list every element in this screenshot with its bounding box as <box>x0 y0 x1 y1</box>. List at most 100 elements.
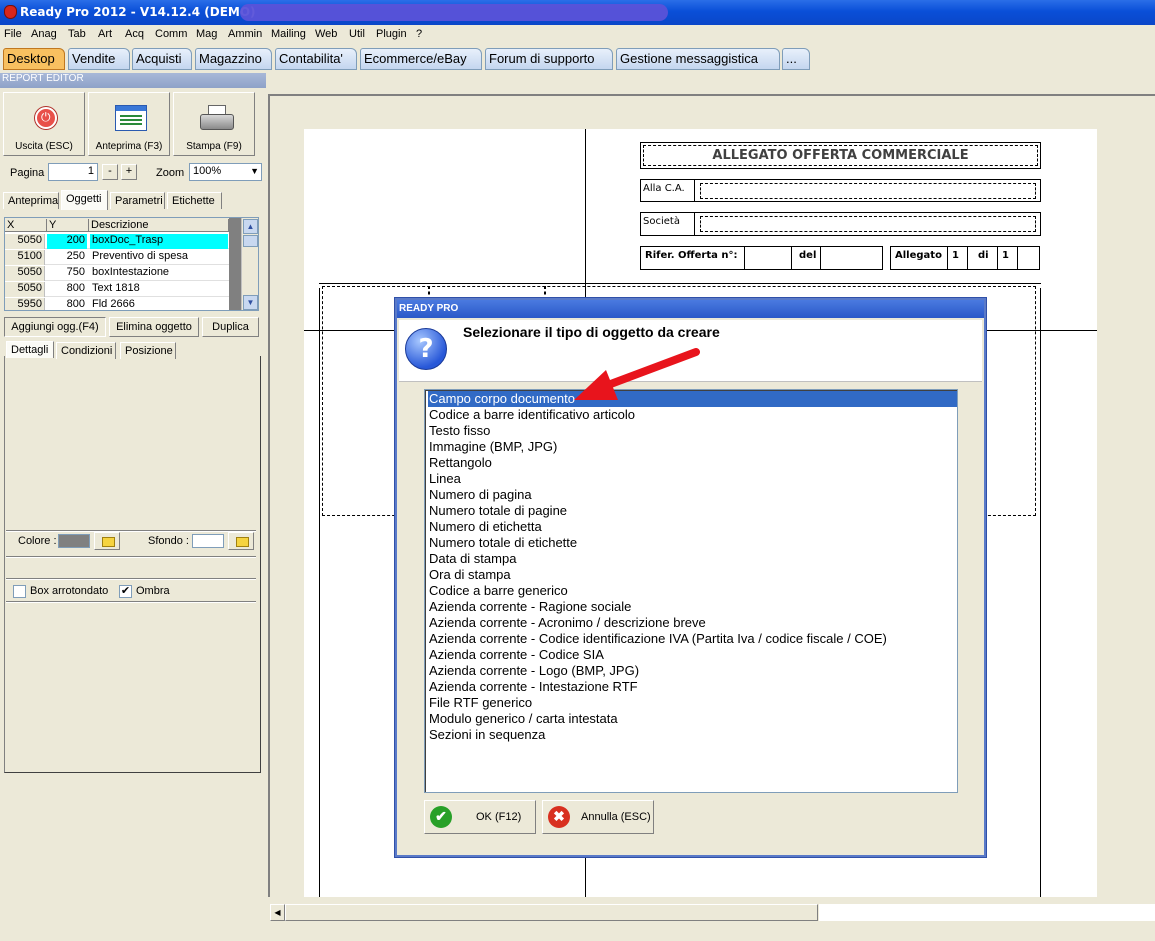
tab-ecommerce[interactable]: Ecommerce/eBay <box>360 48 482 70</box>
folder-icon[interactable] <box>228 532 254 550</box>
list-item[interactable]: Azienda corrente - Codice SIA <box>428 647 957 663</box>
print-label: Stampa (F9) <box>186 141 242 152</box>
table-row[interactable]: 5050 800 Text 1818 <box>5 281 229 297</box>
exit-button[interactable]: Uscita (ESC) <box>3 92 85 156</box>
list-item[interactable]: Numero di etichetta <box>428 519 957 535</box>
list-item[interactable]: Azienda corrente - Intestazione RTF <box>428 679 957 695</box>
list-item[interactable]: Linea <box>428 471 957 487</box>
table-scrollbar[interactable]: ▲ ▼ <box>241 218 258 310</box>
tab-messaggistica[interactable]: Gestione messaggistica <box>616 48 780 70</box>
list-item[interactable]: Codice a barre generico <box>428 583 957 599</box>
duplicate-button[interactable]: Duplica <box>202 317 259 337</box>
canvas-hscrollbar[interactable]: ◀ <box>268 903 1155 922</box>
col-y: Y <box>47 219 89 232</box>
menu-util[interactable]: Util <box>349 28 365 40</box>
list-item[interactable]: File RTF generico <box>428 695 957 711</box>
cell-y: 200 <box>47 234 87 249</box>
list-item[interactable]: Data di stampa <box>428 551 957 567</box>
zoom-select[interactable]: 100% ▼ <box>189 163 262 181</box>
list-item[interactable]: Modulo generico / carta intestata <box>428 711 957 727</box>
dialog-prompt: Selezionare il tipo di oggetto da creare <box>463 324 720 340</box>
box-arrotondato-label: Box arrotondato <box>30 585 109 597</box>
cell-y: 800 <box>66 298 85 310</box>
list-item[interactable]: Testo fisso <box>428 423 957 439</box>
cell-x: 5050 <box>5 266 45 281</box>
menu-mag[interactable]: Mag <box>196 28 217 40</box>
menu-ammin[interactable]: Ammin <box>228 28 262 40</box>
scroll-down-icon[interactable]: ▼ <box>243 295 258 310</box>
subtab-anteprima[interactable]: Anteprima <box>3 192 59 209</box>
rifer-label: Rifer. Offerta n°: <box>645 250 738 261</box>
scroll-thumb[interactable] <box>243 235 258 247</box>
folder-icon[interactable] <box>94 532 120 550</box>
list-item[interactable]: Azienda corrente - Acronimo / descrizion… <box>428 615 957 631</box>
scroll-up-icon[interactable]: ▲ <box>243 219 258 234</box>
colore-label: Colore : <box>18 535 57 547</box>
object-type-list[interactable]: Campo corpo documento Codice a barre ide… <box>424 389 958 793</box>
cell-descrizione: Text 1818 <box>92 282 140 294</box>
delete-object-button[interactable]: Elimina oggetto <box>109 317 199 337</box>
table-row[interactable]: 5950 800 Fld 2666 <box>5 297 229 310</box>
window-title: Ready Pro 2012 - V14.12.4 (DEMO) <box>20 5 256 19</box>
scroll-thumb[interactable] <box>285 904 818 921</box>
list-item[interactable]: Numero totale di pagine <box>428 503 957 519</box>
add-object-button[interactable]: Aggiungi ogg.(F4) <box>4 317 106 337</box>
list-item[interactable]: Ora di stampa <box>428 567 957 583</box>
list-item[interactable]: Sezioni in sequenza <box>428 727 957 743</box>
title-bar: Ready Pro 2012 - V14.12.4 (DEMO) <box>0 0 1155 25</box>
cell-x: 5100 <box>5 250 45 265</box>
page-input[interactable]: 1 <box>48 163 98 181</box>
scroll-left-icon[interactable]: ◀ <box>270 904 285 921</box>
del-label: del <box>799 250 817 261</box>
page-plus-button[interactable]: + <box>121 164 137 180</box>
page-minus-button[interactable]: - <box>102 164 118 180</box>
list-item[interactable]: Azienda corrente - Ragione sociale <box>428 599 957 615</box>
page-label: Pagina <box>10 167 45 179</box>
list-item[interactable]: Immagine (BMP, JPG) <box>428 439 957 455</box>
table-row[interactable]: 5050 200 boxDoc_Trasp <box>5 233 229 249</box>
chevron-down-icon: ▼ <box>250 166 259 176</box>
ombra-checkbox[interactable]: ✔ <box>119 585 132 598</box>
objects-table[interactable]: X Y Descrizione 5050 200 boxDoc_Trasp 51… <box>4 217 259 311</box>
list-item[interactable]: Azienda corrente - Codice identificazion… <box>428 631 957 647</box>
menu-web[interactable]: Web <box>315 28 337 40</box>
alla-field <box>700 183 1036 199</box>
menu-acq[interactable]: Acq <box>125 28 144 40</box>
menu-plugin[interactable]: Plugin <box>376 28 407 40</box>
close-icon: ✖ <box>548 806 570 828</box>
menu-anag[interactable]: Anag <box>31 28 57 40</box>
list-item[interactable]: Numero di pagina <box>428 487 957 503</box>
tab-acquisti[interactable]: Acquisti <box>132 48 192 70</box>
left-panel: Uscita (ESC) Anteprima (F3) Stampa (F9) … <box>0 88 266 941</box>
cancel-button[interactable]: ✖ Annulla (ESC) <box>542 800 654 834</box>
menu-help[interactable]: ? <box>416 28 422 40</box>
list-item[interactable]: Numero totale di etichette <box>428 535 957 551</box>
societa-field <box>700 216 1036 232</box>
list-item[interactable]: Azienda corrente - Logo (BMP, JPG) <box>428 663 957 679</box>
tab-contabilita[interactable]: Contabilita' <box>275 48 357 70</box>
list-item[interactable]: Codice a barre identificativo articolo <box>428 407 957 423</box>
tab-more[interactable]: ... <box>782 48 810 70</box>
menu-file[interactable]: File <box>4 28 22 40</box>
table-row[interactable]: 5100 250 Preventivo di spesa <box>5 249 229 265</box>
box-arrotondato-checkbox[interactable] <box>13 585 26 598</box>
tab-vendite[interactable]: Vendite <box>68 48 130 70</box>
tab-magazzino[interactable]: Magazzino <box>195 48 272 70</box>
ok-button[interactable]: ✔ OK (F12) <box>424 800 536 834</box>
tab-forum[interactable]: Forum di supporto <box>485 48 613 70</box>
subtab-oggetti[interactable]: Oggetti <box>61 190 108 210</box>
print-button[interactable]: Stampa (F9) <box>173 92 255 156</box>
preview-icon <box>115 105 147 131</box>
subtab-parametri[interactable]: Parametri <box>110 192 165 209</box>
subtab-etichette[interactable]: Etichette <box>167 192 222 209</box>
colore-swatch[interactable] <box>58 534 90 548</box>
menu-art[interactable]: Art <box>98 28 112 40</box>
menu-mailing[interactable]: Mailing <box>271 28 306 40</box>
sfondo-swatch[interactable] <box>192 534 224 548</box>
menu-tab[interactable]: Tab <box>68 28 86 40</box>
list-item[interactable]: Rettangolo <box>428 455 957 471</box>
preview-button[interactable]: Anteprima (F3) <box>88 92 170 156</box>
tab-desktop[interactable]: Desktop <box>3 48 65 70</box>
table-row[interactable]: 5050 750 boxIntestazione <box>5 265 229 281</box>
menu-comm[interactable]: Comm <box>155 28 187 40</box>
